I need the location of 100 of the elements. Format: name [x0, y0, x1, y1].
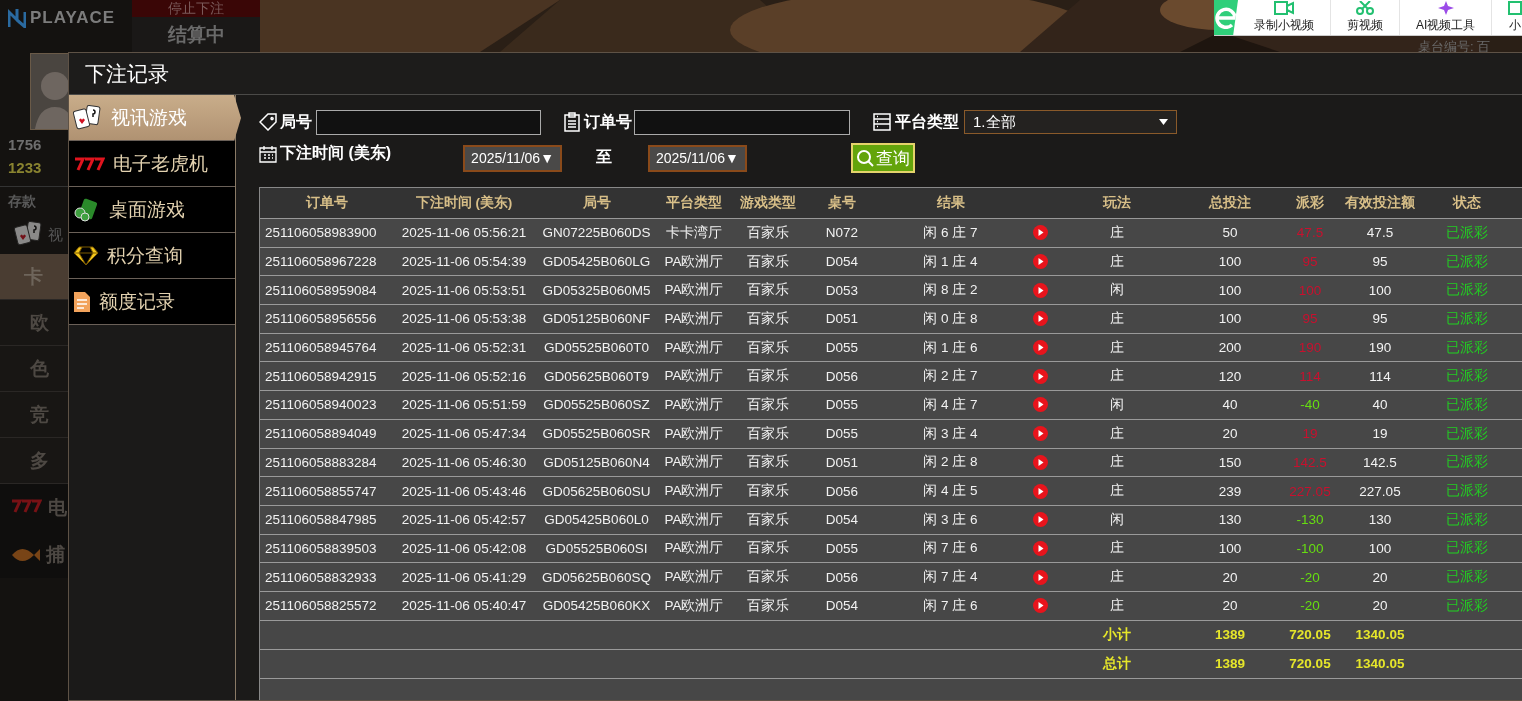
play-icon[interactable]	[1032, 340, 1048, 356]
table-cell: 已派彩	[1422, 419, 1512, 448]
play-icon[interactable]	[1032, 397, 1048, 413]
nav-tab[interactable]: 桌面游戏	[69, 187, 235, 233]
table-cell: 百家乐	[729, 333, 807, 362]
column-header: 下注时间 (美东)	[394, 188, 534, 219]
table-cell: 百家乐	[729, 275, 807, 305]
table-cell: GD05625B060T9	[534, 361, 659, 391]
toolbar-button[interactable]: AI视频工具	[1400, 0, 1493, 35]
table-cell: 已派彩	[1422, 505, 1512, 535]
table-cell: 100	[1338, 534, 1422, 563]
table-cell: 百家乐	[729, 390, 807, 420]
table-cell: 庄	[1056, 247, 1178, 276]
nav-tab[interactable]: 电子老虎机	[69, 141, 235, 187]
table-cell: PA欧洲厅	[659, 534, 729, 563]
play-icon[interactable]	[1032, 540, 1048, 556]
table-cell: 150	[1178, 448, 1282, 477]
table-cell: 百家乐	[729, 534, 807, 563]
column-header: 订单号	[260, 188, 394, 219]
sevens-icon	[73, 155, 105, 172]
balance: 1233	[7, 158, 42, 176]
play-icon[interactable]	[1032, 454, 1048, 470]
table-cell: 50	[1178, 218, 1282, 248]
search-icon	[855, 149, 874, 167]
table-cell: 已派彩	[1422, 304, 1512, 334]
table-cell: 20	[1178, 562, 1282, 592]
toolbar-button[interactable]: 小	[1492, 0, 1522, 35]
table-cell: 100	[1282, 275, 1338, 305]
table-cell: 47.5	[1282, 218, 1338, 248]
table-cell: PA欧洲厅	[659, 390, 729, 420]
nav-tab[interactable]: 额度记录	[69, 279, 235, 325]
table-cell: 190	[1282, 333, 1338, 362]
table-cell: 闲 3 庄 6	[877, 505, 1024, 535]
table-cell: 庄	[1056, 218, 1178, 248]
table-cell: 251106058959084	[260, 275, 394, 305]
window-icon	[1508, 1, 1522, 15]
table-cell: 227.05	[1338, 476, 1422, 506]
play-icon[interactable]	[1032, 512, 1048, 528]
table-cell: D055	[807, 390, 877, 420]
table-cell: PA欧洲厅	[659, 275, 729, 305]
table-cell: 95	[1282, 247, 1338, 276]
round-input[interactable]	[316, 109, 541, 135]
table-cell: 2025-11-06 05:56:21	[394, 218, 534, 248]
play-icon[interactable]	[1032, 254, 1048, 270]
play-icon[interactable]	[1032, 311, 1048, 327]
play-icon[interactable]	[1032, 282, 1048, 298]
table-cell: 2025-11-06 05:42:57	[394, 505, 534, 535]
column-header: 总投注	[1178, 188, 1282, 219]
play-icon[interactable]	[1032, 598, 1048, 614]
platform-select[interactable]: 1.全部	[964, 110, 1177, 134]
table-cell: PA欧洲厅	[659, 591, 729, 621]
table-cell: 251106058940023	[260, 390, 394, 420]
toolbar-button[interactable]: 剪视频	[1331, 0, 1400, 35]
table-cell: 47.5	[1338, 218, 1422, 248]
table-cell: 19	[1338, 419, 1422, 448]
table-cell: 40	[1338, 390, 1422, 420]
play-icon[interactable]	[1032, 225, 1048, 241]
table-cell: GD05325B060M5	[534, 275, 659, 305]
date-picker[interactable]: 2025/11/06▼	[648, 144, 747, 172]
table-cell: D051	[807, 448, 877, 477]
table-cell: 百家乐	[729, 448, 807, 477]
table-cell: 19	[1282, 419, 1338, 448]
date-picker[interactable]: 2025/11/06▼	[463, 144, 562, 172]
table-cell: 2025-11-06 05:43:46	[394, 476, 534, 506]
table-cell: PA欧洲厅	[659, 333, 729, 362]
table-cell: 95	[1338, 304, 1422, 334]
play-icon[interactable]	[1032, 483, 1048, 499]
table-cell: 251106058967228	[260, 247, 394, 276]
table-cell: PA欧洲厅	[659, 476, 729, 506]
toolbar-button[interactable]: 录制小视频	[1238, 0, 1331, 35]
order-input[interactable]	[634, 109, 850, 135]
table-cell: 庄	[1056, 333, 1178, 362]
play-icon[interactable]	[1032, 569, 1048, 585]
table-cell: 40	[1178, 390, 1282, 420]
table-cell: 闲 6 庄 7	[877, 218, 1024, 248]
table-cell: 庄	[1056, 419, 1178, 448]
table-cell: 已派彩	[1422, 247, 1512, 276]
table-cell: PA欧洲厅	[659, 304, 729, 334]
platform-label: 平台类型	[872, 111, 959, 133]
table-cell: 1340.05	[1338, 649, 1422, 679]
table-cell: 2025-11-06 05:51:59	[394, 390, 534, 420]
table-cell: D055	[807, 419, 877, 448]
table-cell: 251106058894049	[260, 419, 394, 448]
table-cell: 95	[1282, 304, 1338, 334]
table-cell: 闲	[1056, 505, 1178, 535]
table-cell: 庄	[1056, 562, 1178, 592]
table-cell: 闲 7 庄 6	[877, 534, 1024, 563]
play-icon[interactable]	[1032, 426, 1048, 442]
table-cell: D054	[807, 505, 877, 535]
table-cell: 百家乐	[729, 562, 807, 592]
table-cell: 100	[1178, 534, 1282, 563]
table-cell: -130	[1282, 505, 1338, 535]
table-cell: 已派彩	[1422, 390, 1512, 420]
table-cell: 已派彩	[1422, 218, 1512, 248]
video-camera-icon	[1274, 1, 1294, 15]
nav-tab[interactable]: 积分查询	[69, 233, 235, 279]
play-icon[interactable]	[1032, 368, 1048, 384]
table-cell: 1389	[1178, 620, 1282, 650]
table-cell: 2025-11-06 05:53:38	[394, 304, 534, 334]
table-cell: 闲 1 庄 4	[877, 247, 1024, 276]
